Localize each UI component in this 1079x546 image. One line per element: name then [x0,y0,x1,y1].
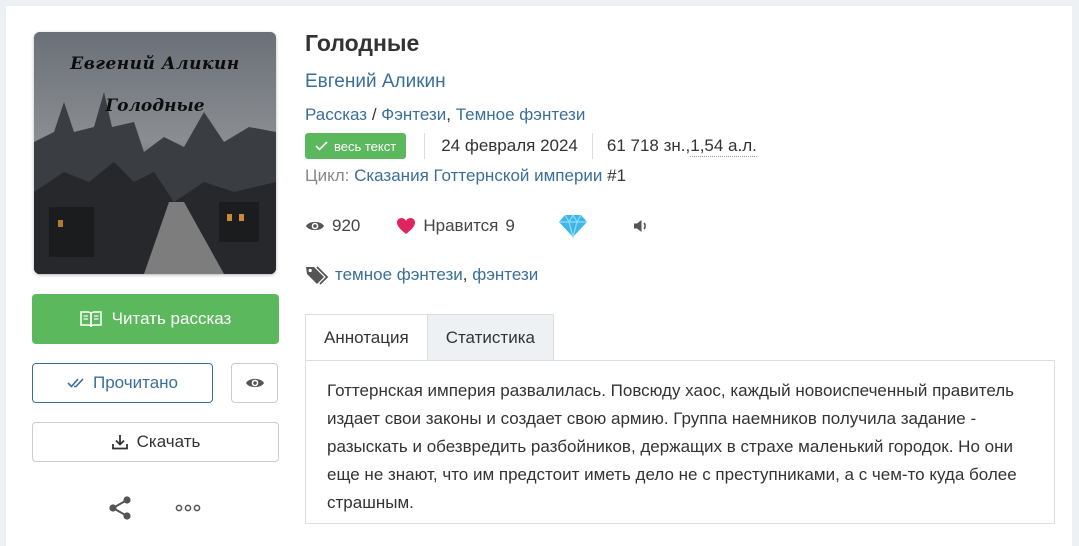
more-icon[interactable] [175,502,201,514]
meta-row: весь текст 24 февраля 2024 61 718 зн., 1… [305,133,757,159]
share-icon[interactable] [106,494,134,522]
likes-count: 9 [505,216,515,235]
tabs: Аннотация Статистика [305,314,554,361]
likes-label: Нравится [423,216,499,235]
full-text-label: весь текст [334,138,397,154]
text-size: 61 718 зн., [606,136,691,155]
diamond-icon[interactable] [558,213,588,239]
tags-row: темное фэнтези, фэнтези [305,265,538,285]
watch-button[interactable] [231,363,278,403]
divider [424,133,426,159]
type-link[interactable]: Рассказ [305,105,367,124]
stats-row: 920 Нравится 9 [305,213,650,239]
cover-author-text: Евгений Аликин [70,54,240,74]
tag-comma: , [462,265,468,284]
tab-statistics[interactable]: Статистика [427,314,554,361]
download-icon [111,435,128,450]
views-stat: 920 [305,216,360,236]
author-link[interactable]: Евгений Аликин [305,71,446,93]
genres-line: Рассказ / Фэнтези, Темное фэнтези [305,105,585,125]
mark-read-label: Прочитано [93,373,178,392]
type-separator: / [367,105,382,124]
tag-fantasy[interactable]: фэнтези [472,265,538,284]
cover-title-text: Голодные [105,96,205,116]
cycle-line: Цикл: Сказания Готтернской империи #1 [305,166,626,186]
tags-icon [306,266,329,285]
annotation-panel: Готтернская империя развалилась. Повсюду… [305,360,1055,524]
download-label: Скачать [136,432,201,451]
genre-comma: , [446,105,456,124]
check-icon [315,141,328,151]
tag-dark-fantasy[interactable]: темное фэнтези [335,265,463,284]
book-title: Голодные [305,30,420,56]
heart-icon [397,218,416,234]
divider [591,133,593,159]
like-button[interactable]: Нравится 9 [396,216,515,236]
cycle-link[interactable]: Сказания Готтернской империи [354,166,602,185]
full-text-badge: весь текст [305,133,407,159]
book-cover[interactable]: Евгений Аликин Голодные [34,32,276,274]
download-button[interactable]: Скачать [32,422,279,462]
tab-annotation[interactable]: Аннотация [305,314,428,361]
mark-read-button[interactable]: Прочитано [32,363,213,403]
cycle-label: Цикл: [305,166,355,185]
views-eye-icon [306,221,324,231]
views-count: 920 [332,216,361,235]
annotation-text: Готтернская империя развалилась. Повсюду… [327,381,1017,512]
cycle-number: #1 [602,166,627,185]
author-sheets: 1,54 а.л. [690,135,757,157]
eye-icon [245,378,264,388]
book-icon [79,311,102,328]
publish-date: 24 февраля 2024 [441,136,578,155]
check-double-icon [67,378,84,388]
speaker-icon[interactable] [632,218,650,234]
genre-link-dark-fantasy[interactable]: Темное фэнтези [456,105,586,124]
read-button[interactable]: Читать рассказ [32,294,279,344]
read-button-label: Читать рассказ [111,309,232,328]
genre-link-fantasy[interactable]: Фэнтези [381,105,446,124]
